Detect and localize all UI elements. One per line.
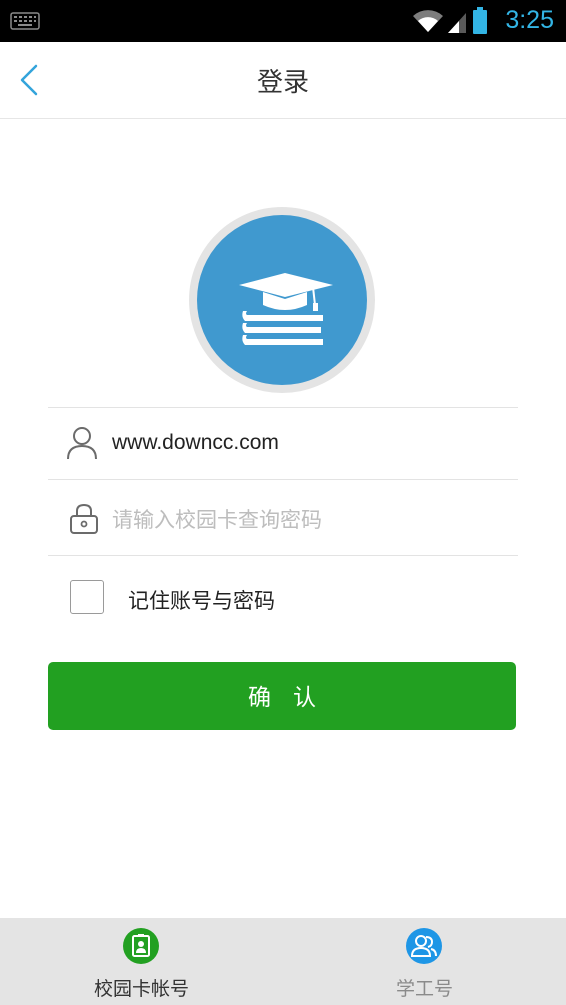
staff-id-icon — [406, 928, 442, 968]
tab-label: 校园卡帐号 — [93, 978, 189, 1000]
status-bar: 3:25 — [0, 0, 566, 42]
keyboard-icon — [10, 12, 40, 34]
tab-staff-id[interactable]: 学工号 — [283, 918, 566, 1005]
logo-circle — [197, 215, 367, 385]
remember-checkbox[interactable] — [70, 580, 104, 614]
tab-campus-card-account[interactable]: 校园卡帐号 — [0, 918, 283, 1005]
lock-icon — [68, 503, 100, 539]
battery-icon — [472, 7, 488, 39]
campus-card-icon — [123, 928, 159, 968]
divider — [48, 407, 518, 408]
password-input[interactable] — [112, 500, 512, 540]
tab-label: 学工号 — [395, 978, 453, 1000]
graduation-books-icon — [239, 273, 333, 345]
signal-icon — [446, 10, 468, 38]
wifi-icon — [412, 8, 444, 38]
remember-label: 记住账号与密码 — [128, 589, 275, 613]
bottom-nav: 校园卡帐号 学工号 — [0, 918, 566, 1005]
confirm-button[interactable]: 确认 — [48, 662, 516, 730]
status-time: 3:25 — [505, 6, 554, 34]
app-logo — [189, 207, 375, 393]
title-bar: 登录 — [0, 42, 566, 119]
divider — [48, 555, 518, 556]
user-icon — [66, 426, 98, 464]
account-field[interactable]: www.downcc.com — [112, 431, 279, 455]
page-title: 登录 — [256, 68, 309, 98]
divider — [48, 479, 518, 480]
